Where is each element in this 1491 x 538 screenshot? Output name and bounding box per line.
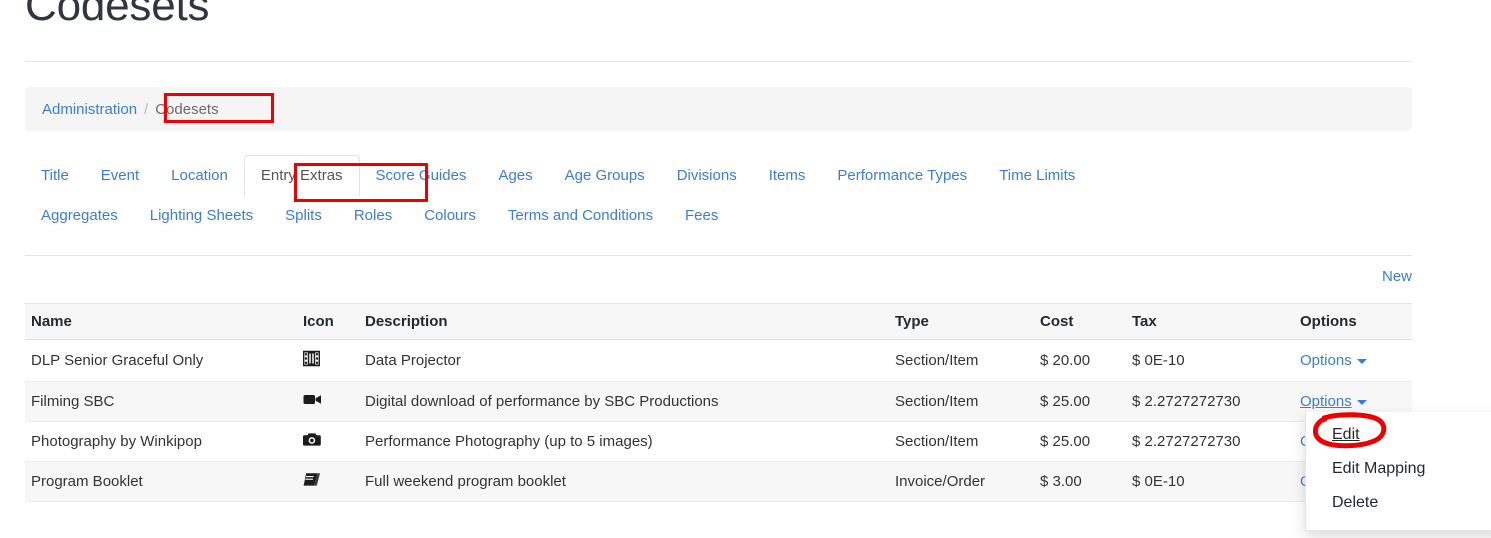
- column-header-options: Options: [1294, 303, 1412, 340]
- codesets-admin-page: Codesets Administration / Codesets Title…: [0, 0, 1491, 538]
- table-row: Program Booklet Full weekend program book…: [25, 461, 1412, 502]
- tab-aggregates[interactable]: Aggregates: [25, 196, 134, 235]
- cell-description: Digital download of performance by SBC P…: [359, 381, 889, 422]
- tab-divisions[interactable]: Divisions: [661, 156, 753, 195]
- column-header-icon[interactable]: Icon: [297, 303, 359, 340]
- tab-items[interactable]: Items: [753, 156, 822, 195]
- page-title: Codesets: [25, 0, 210, 30]
- tab-roles[interactable]: Roles: [338, 196, 408, 235]
- cell-icon: [297, 421, 359, 462]
- column-header-name[interactable]: Name: [25, 303, 297, 340]
- tab-time-limits[interactable]: Time Limits: [983, 156, 1091, 195]
- book-icon: [303, 472, 321, 491]
- table-body: DLP Senior Graceful Only Data Projector Se…: [25, 339, 1412, 502]
- film-icon: [302, 350, 321, 371]
- cell-options: Options: [1294, 339, 1412, 382]
- options-dropdown-menu: Edit Edit Mapping Delete: [1305, 412, 1491, 531]
- new-button[interactable]: New: [1382, 268, 1412, 285]
- tab-row-secondary: Aggregates Lighting Sheets Splits Roles Colo…: [25, 196, 1412, 235]
- tab-entry-extras[interactable]: Entry Extras: [243, 155, 360, 196]
- cell-name: Filming SBC: [25, 381, 297, 422]
- cell-description: Performance Photography (up to 5 images): [359, 421, 889, 462]
- cell-tax: $ 0E-10: [1126, 339, 1294, 382]
- breadcrumb: Administration / Codesets: [25, 87, 1412, 131]
- cell-type: Section/Item: [889, 339, 1034, 382]
- tab-terms-and-conditions[interactable]: Terms and Conditions: [492, 196, 669, 235]
- cell-type: Invoice/Order: [889, 461, 1034, 502]
- tab-title[interactable]: Title: [25, 156, 85, 195]
- breadcrumb-link-administration[interactable]: Administration: [42, 101, 137, 118]
- column-header-description[interactable]: Description: [359, 303, 889, 340]
- table-row: Filming SBC Digital download of performan…: [25, 381, 1412, 422]
- cell-cost: $ 25.00: [1034, 381, 1126, 422]
- tab-location[interactable]: Location: [155, 156, 244, 195]
- cell-cost: $ 20.00: [1034, 339, 1126, 382]
- cell-type: Section/Item: [889, 381, 1034, 422]
- table-head: Name Icon Description Type Cost Tax Opti…: [25, 303, 1412, 340]
- table-row: DLP Senior Graceful Only Data Projector Se…: [25, 339, 1412, 382]
- dropdown-item-edit-mapping[interactable]: Edit Mapping: [1306, 452, 1491, 486]
- tab-performance-types[interactable]: Performance Types: [821, 156, 983, 195]
- tabs-underline: [25, 255, 1412, 256]
- cell-description: Full weekend program booklet: [359, 461, 889, 502]
- tab-event[interactable]: Event: [85, 156, 155, 195]
- options-dropdown-toggle[interactable]: Options: [1300, 393, 1352, 410]
- tab-colours[interactable]: Colours: [408, 196, 492, 235]
- column-header-cost[interactable]: Cost: [1034, 303, 1126, 340]
- entry-extras-table: Name Icon Description Type Cost Tax Opti…: [25, 303, 1412, 502]
- breadcrumb-separator: /: [144, 100, 149, 118]
- cell-tax: $ 2.2727272730: [1126, 381, 1294, 422]
- table-header-row: Name Icon Description Type Cost Tax Opti…: [25, 303, 1412, 340]
- tab-lighting-sheets[interactable]: Lighting Sheets: [134, 196, 269, 235]
- dropdown-item-edit[interactable]: Edit: [1306, 418, 1491, 452]
- title-divider: [25, 61, 1412, 62]
- cell-cost: $ 25.00: [1034, 421, 1126, 462]
- breadcrumb-current-codesets: Codesets: [155, 100, 219, 118]
- cell-icon: [297, 339, 359, 382]
- column-header-type[interactable]: Type: [889, 303, 1034, 340]
- chevron-down-icon: [1356, 358, 1367, 364]
- cell-tax: $ 0E-10: [1126, 461, 1294, 502]
- tab-score-guides[interactable]: Score Guides: [360, 156, 483, 195]
- camera-icon: [303, 432, 321, 451]
- table-row: Photography by Winkipop Performance Photo…: [25, 421, 1412, 462]
- chevron-down-icon: [1356, 399, 1367, 405]
- cell-type: Section/Item: [889, 421, 1034, 462]
- tab-fees[interactable]: Fees: [669, 196, 734, 235]
- cell-cost: $ 3.00: [1034, 461, 1126, 502]
- dropdown-item-delete[interactable]: Delete: [1306, 486, 1491, 520]
- cell-icon: [297, 381, 359, 422]
- cell-description: Data Projector: [359, 339, 889, 382]
- cell-tax: $ 2.2727272730: [1126, 421, 1294, 462]
- tab-row-primary: Title Event Location Entry Extras Score Guid…: [25, 155, 1412, 196]
- tab-ages[interactable]: Ages: [482, 156, 548, 195]
- cell-name: DLP Senior Graceful Only: [25, 339, 297, 382]
- tab-age-groups[interactable]: Age Groups: [549, 156, 661, 195]
- codeset-tabs: Title Event Location Entry Extras Score Guid…: [25, 155, 1412, 235]
- options-dropdown-toggle[interactable]: Options: [1300, 352, 1352, 369]
- entry-extras-table-container: Name Icon Description Type Cost Tax Opti…: [25, 303, 1412, 502]
- cell-icon: [297, 461, 359, 502]
- column-header-tax[interactable]: Tax: [1126, 303, 1294, 340]
- video-camera-icon: [303, 392, 322, 411]
- cell-name: Photography by Winkipop: [25, 421, 297, 462]
- cell-name: Program Booklet: [25, 461, 297, 502]
- tab-splits[interactable]: Splits: [269, 196, 338, 235]
